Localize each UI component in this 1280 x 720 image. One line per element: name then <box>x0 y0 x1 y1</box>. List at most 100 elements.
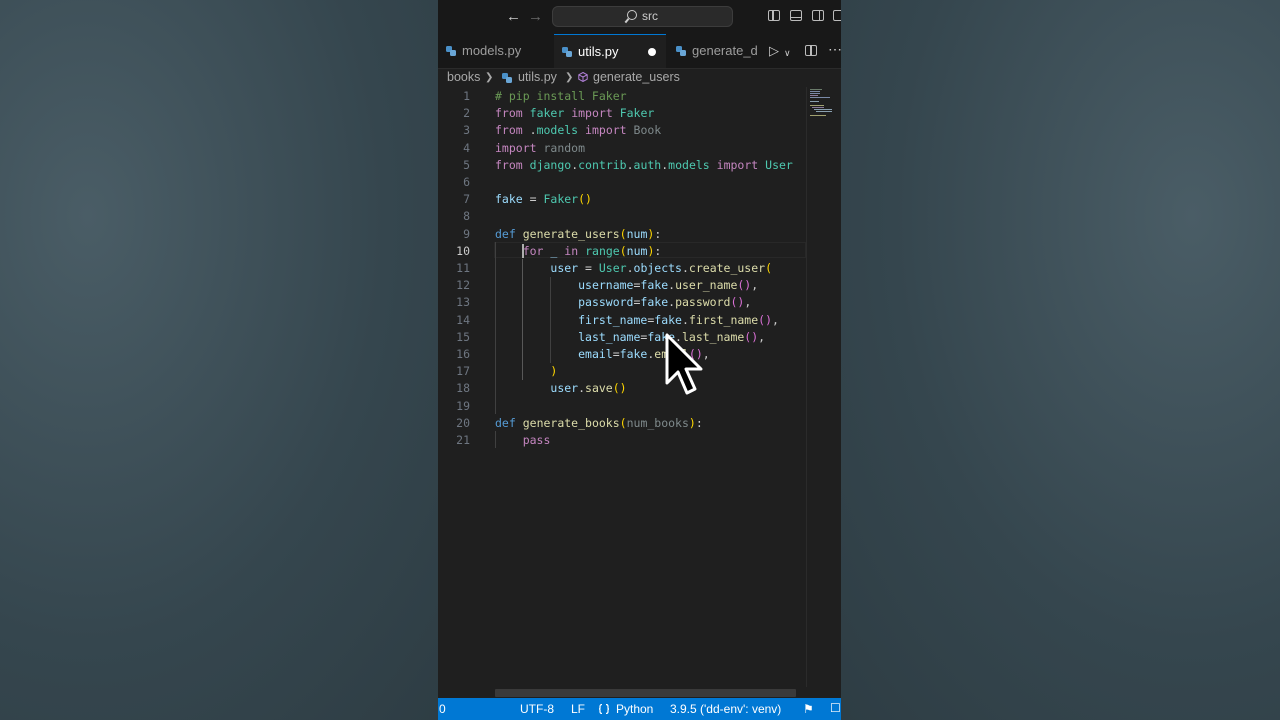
code-line[interactable]: 9 def generate_users(num): <box>438 226 808 243</box>
code-token: objects <box>633 261 682 275</box>
line-number: 15 <box>456 329 470 344</box>
code-token: . <box>578 381 586 396</box>
code-line[interactable]: 10 for _ in range(num): <box>438 243 808 260</box>
code-line[interactable]: 6 <box>438 174 808 191</box>
run-icon[interactable]: ▷ <box>769 43 779 59</box>
code-token: from <box>495 157 523 172</box>
customize-layout-icon[interactable] <box>833 10 841 21</box>
code-token: email <box>578 347 613 361</box>
bell-icon[interactable]: ☐ <box>830 701 841 715</box>
code-line[interactable]: 11 user = User.objects.create_user( <box>438 260 808 277</box>
line-number: 19 <box>456 398 470 413</box>
code-line[interactable]: 4 import random <box>438 140 808 157</box>
feedback-icon[interactable]: ⚑ <box>803 702 814 716</box>
problems-count[interactable]: 0 <box>439 698 446 720</box>
language-mode[interactable]: Python <box>616 698 653 720</box>
code-line[interactable]: 12 username=fake.user_name(), <box>438 277 808 294</box>
code-token: import <box>716 157 759 172</box>
split-editor-icon[interactable] <box>805 45 817 56</box>
python-icon <box>502 73 512 83</box>
line-number: 21 <box>456 433 470 447</box>
code-token: ( <box>619 415 627 430</box>
toggle-panel-icon[interactable] <box>790 10 802 21</box>
code-token: num <box>626 226 648 241</box>
forward-arrow-icon[interactable]: → <box>528 8 543 26</box>
code-line[interactable]: 15 last_name=fake.last_name(), <box>438 329 808 346</box>
tab-generate-data[interactable]: generate_d <box>668 34 768 68</box>
toggle-secondary-sidebar-icon[interactable] <box>812 10 824 21</box>
code-line[interactable]: 7 fake = Faker() <box>438 191 808 208</box>
line-number: 8 <box>463 209 470 224</box>
code-token: () <box>737 278 752 293</box>
code-token: User <box>765 157 793 172</box>
code-token: models <box>536 123 579 138</box>
code-token: . <box>626 261 634 275</box>
code-line[interactable]: 5 from django.contrib.auth.models import … <box>438 157 808 174</box>
line-number: 20 <box>456 415 470 430</box>
chevron-right-icon: ❯ <box>485 72 494 83</box>
code-token: () <box>744 329 759 344</box>
code-token: password <box>675 295 731 310</box>
python-icon <box>676 46 686 56</box>
code-token: ( <box>619 243 627 258</box>
breadcrumb: books ❯ utils.py ❯ generate_users <box>438 68 841 87</box>
code-token: user <box>550 261 579 275</box>
code-text: user.save() <box>495 380 626 397</box>
horizontal-scrollbar[interactable] <box>495 689 796 697</box>
breadcrumb-symbol[interactable]: generate_users <box>593 68 680 87</box>
breadcrumb-file[interactable]: utils.py <box>518 68 557 87</box>
minimap[interactable] <box>810 88 838 118</box>
unsaved-dot-icon[interactable] <box>648 48 656 56</box>
code-line[interactable]: 19 <box>438 398 808 415</box>
code-editor[interactable]: 1 # pip install Faker 2 from faker import F… <box>438 87 841 687</box>
code-token: pass <box>522 433 551 447</box>
code-line[interactable]: 1 # pip install Faker <box>438 88 808 105</box>
code-token: generate_users <box>522 226 620 241</box>
command-center-search[interactable]: src <box>552 6 733 27</box>
code-token: , <box>751 278 759 293</box>
python-interpreter[interactable]: 3.9.5 ('dd-env': venv) <box>670 698 781 720</box>
toggle-primary-sidebar-icon[interactable] <box>768 10 780 21</box>
back-arrow-icon[interactable]: ← <box>506 8 521 26</box>
tab-utils-py[interactable]: utils.py <box>554 34 666 68</box>
code-line[interactable]: 3 from .models import Book <box>438 122 808 139</box>
code-token: def <box>495 226 516 241</box>
code-text: last_name=fake.last_name(), <box>495 329 765 346</box>
code-token: = <box>522 192 544 207</box>
code-line[interactable]: 21 pass <box>438 432 808 449</box>
code-text: first_name=fake.first_name(), <box>495 312 779 329</box>
code-token: () <box>578 192 592 207</box>
code-token: . <box>681 312 689 327</box>
eol-selector[interactable]: LF <box>571 698 585 720</box>
code-line[interactable]: 20 def generate_books(num_books): <box>438 415 808 432</box>
blurred-backdrop-left <box>0 0 438 720</box>
breadcrumb-folder[interactable]: books <box>447 68 480 87</box>
search-icon <box>627 10 637 20</box>
code-token: ) <box>550 364 558 379</box>
code-line[interactable]: 8 <box>438 208 808 225</box>
tab-models-py[interactable]: models.py <box>438 34 548 68</box>
code-token: from <box>495 106 523 121</box>
code-line[interactable]: 13 password=fake.password(), <box>438 294 808 311</box>
code-line[interactable]: 2 from faker import Faker <box>438 105 808 122</box>
chevron-down-icon[interactable]: ∨ <box>784 45 791 61</box>
code-text: user = User.objects.create_user( <box>495 260 772 277</box>
code-line[interactable]: 16 email=fake.email(), <box>438 346 808 363</box>
code-line[interactable]: 14 first_name=fake.first_name(), <box>438 312 808 329</box>
code-line[interactable]: 18 user.save() <box>438 380 808 397</box>
code-line[interactable]: 17 ) <box>438 363 808 380</box>
code-token: save <box>585 381 613 396</box>
code-token: . <box>522 123 537 138</box>
braces-icon <box>599 704 609 714</box>
search-label: src <box>642 9 658 23</box>
ellipsis-icon[interactable]: ⋯ <box>828 41 841 57</box>
encoding-selector[interactable]: UTF-8 <box>520 698 554 720</box>
